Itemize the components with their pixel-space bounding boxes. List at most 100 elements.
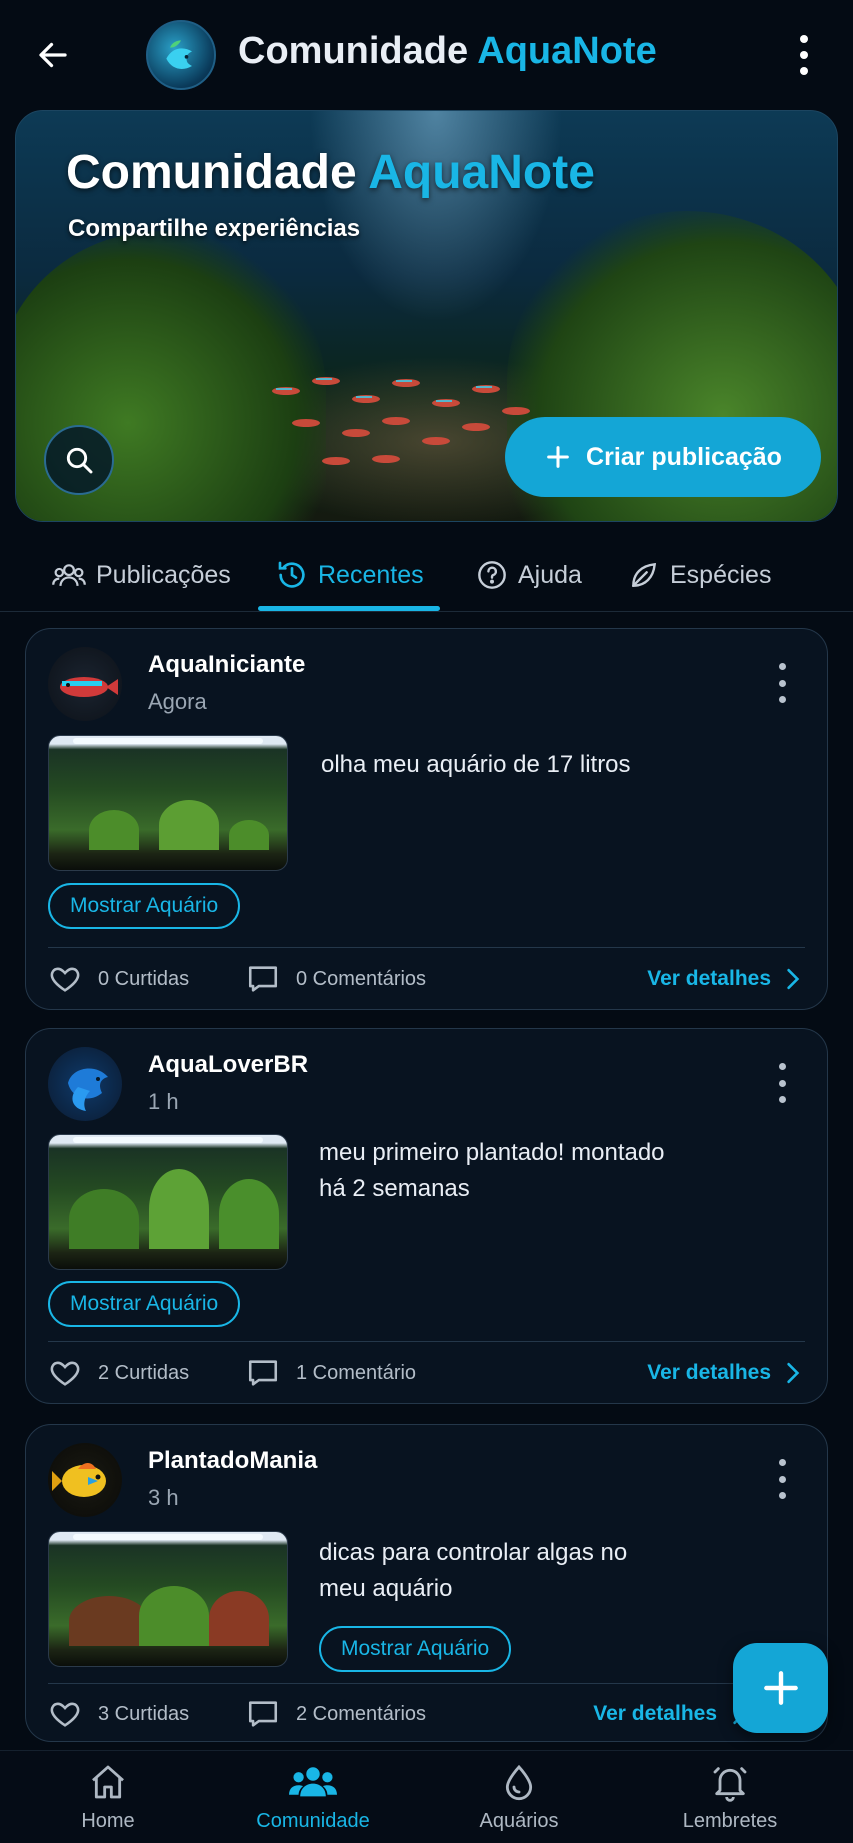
like-button[interactable]: 2 Curtidas — [48, 1343, 189, 1403]
post-footer: 3 Curtidas 2 Comentários Ver detalhes — [26, 1684, 827, 1744]
fish-leaf-logo-icon — [166, 40, 192, 70]
app-title: Comunidade AquaNote — [238, 30, 657, 73]
nav-label: Aquários — [479, 1810, 559, 1832]
post-menu-button[interactable] — [777, 663, 787, 703]
post-time: Agora — [148, 689, 207, 714]
hero-title-part2: AquaNote — [368, 146, 595, 199]
aquarium-thumbnail[interactable] — [48, 1134, 288, 1270]
view-details-link[interactable]: Ver detalhes — [647, 949, 801, 1009]
like-button[interactable]: 0 Curtidas — [48, 949, 189, 1009]
app-title-part2: AquaNote — [477, 30, 657, 72]
view-details-link[interactable]: Ver detalhes — [593, 1684, 747, 1744]
likes-count: 0 Curtidas — [98, 967, 190, 990]
divider — [48, 947, 805, 948]
more-vertical-icon — [778, 663, 786, 670]
comment-button[interactable]: 2 Comentários — [246, 1684, 426, 1744]
avatar[interactable] — [48, 647, 122, 721]
top-app-bar: Comunidade AquaNote — [0, 0, 853, 110]
more-vertical-icon — [800, 35, 808, 43]
divider — [48, 1341, 805, 1342]
post-card: AquaLoverBR 1 h meu primeiro plantado! m… — [25, 1028, 828, 1404]
tab-label: Ajuda — [518, 560, 582, 589]
show-aquarium-button[interactable]: Mostrar Aquário — [48, 883, 241, 929]
hero-fish-school — [272, 377, 530, 465]
users-icon — [52, 564, 86, 587]
floating-add-button[interactable] — [733, 1643, 828, 1733]
post-time: 1 h — [148, 1089, 179, 1114]
app-title-part1: Comunidade — [238, 30, 469, 72]
yellow-fish-avatar-icon — [52, 1463, 106, 1497]
comment-button[interactable]: 0 Comentários — [246, 949, 426, 1009]
aquarium-thumbnail[interactable] — [48, 1531, 288, 1667]
heart-icon — [50, 1702, 80, 1727]
post-card: PlantadoMania 3 h dicas para controlar a… — [25, 1424, 828, 1742]
betta-avatar-icon — [68, 1068, 108, 1111]
post-footer: 0 Curtidas 0 Comentários Ver detalhes — [26, 949, 827, 1009]
post-card: AquaIniciante Agora olha meu aquário de … — [25, 628, 828, 1010]
post-time: 3 h — [148, 1485, 179, 1510]
more-vertical-icon — [778, 1459, 786, 1466]
nav-label: Home — [81, 1810, 135, 1832]
post-text: olha meu aquário de 17 litros — [321, 751, 631, 778]
history-icon — [278, 561, 305, 588]
comment-button[interactable]: 1 Comentário — [246, 1343, 416, 1403]
plus-icon — [547, 446, 569, 468]
tab-bar: Publicações Recentes Ajuda Espécies — [0, 538, 853, 612]
post-menu-button[interactable] — [777, 1063, 787, 1103]
create-post-button[interactable]: Criar publicação — [505, 417, 821, 497]
leaf-icon — [632, 562, 657, 587]
post-username[interactable]: AquaIniciante — [148, 651, 305, 679]
post-text-line: dicas para controlar algas no — [319, 1539, 628, 1566]
tab-publicacoes[interactable]: Publicações — [52, 538, 231, 612]
hero-banner: Comunidade AquaNote Compartilhe experiên… — [15, 110, 838, 522]
likes-count: 2 Curtidas — [98, 1361, 190, 1384]
tab-label: Recentes — [318, 560, 424, 589]
view-details-label: Ver detalhes — [647, 967, 771, 990]
view-details-label: Ver detalhes — [647, 1361, 771, 1384]
help-circle-icon — [478, 561, 506, 589]
post-username[interactable]: AquaLoverBR — [148, 1051, 308, 1079]
post-text: meu primeiro plantado! montado há 2 sema… — [319, 1135, 665, 1207]
hero-title: Comunidade AquaNote — [66, 145, 595, 200]
arrow-left-icon — [39, 42, 67, 68]
avatar[interactable] — [48, 1443, 122, 1517]
heart-icon — [50, 1361, 80, 1386]
view-details-link[interactable]: Ver detalhes — [647, 1343, 801, 1403]
search-icon — [66, 447, 93, 474]
aquarium-thumbnail[interactable] — [48, 735, 288, 871]
post-text-line: meu aquário — [319, 1575, 453, 1602]
avatar[interactable] — [48, 1047, 122, 1121]
comment-icon — [248, 966, 278, 992]
tab-recentes[interactable]: Recentes — [276, 538, 424, 612]
likes-count: 3 Curtidas — [98, 1702, 190, 1725]
show-aquarium-button[interactable]: Mostrar Aquário — [48, 1281, 241, 1327]
post-text-line: há 2 semanas — [319, 1175, 470, 1202]
nav-comunidade[interactable]: Comunidade — [238, 1751, 388, 1843]
tab-especies[interactable]: Espécies — [628, 538, 771, 612]
search-button[interactable] — [44, 425, 114, 495]
create-post-label: Criar publicação — [586, 442, 782, 471]
bottom-navigation: Home Comunidade Aquários Lembretes — [0, 1750, 853, 1843]
like-button[interactable]: 3 Curtidas — [48, 1684, 189, 1744]
water-drop-icon — [505, 1764, 533, 1800]
app-logo — [146, 20, 216, 90]
post-text: dicas para controlar algas no meu aquári… — [319, 1535, 627, 1607]
nav-lembretes[interactable]: Lembretes — [655, 1751, 805, 1843]
active-tab-indicator — [258, 606, 440, 611]
hero-subtitle: Compartilhe experiências — [68, 215, 361, 242]
comments-count: 2 Comentários — [296, 1702, 427, 1725]
back-button[interactable] — [30, 32, 76, 78]
comment-icon — [248, 1360, 278, 1386]
bell-icon — [713, 1767, 747, 1802]
hero-title-part1: Comunidade — [66, 146, 357, 199]
nav-aquarios[interactable]: Aquários — [444, 1751, 594, 1843]
comments-count: 1 Comentário — [296, 1361, 417, 1384]
show-aquarium-button[interactable]: Mostrar Aquário — [319, 1626, 512, 1672]
more-vertical-icon — [778, 1063, 786, 1070]
tab-ajuda[interactable]: Ajuda — [476, 538, 582, 612]
post-username[interactable]: PlantadoMania — [148, 1447, 317, 1475]
tab-label: Publicações — [96, 560, 231, 589]
overflow-menu-button[interactable] — [786, 32, 822, 78]
nav-home[interactable]: Home — [33, 1751, 183, 1843]
post-menu-button[interactable] — [777, 1459, 787, 1499]
